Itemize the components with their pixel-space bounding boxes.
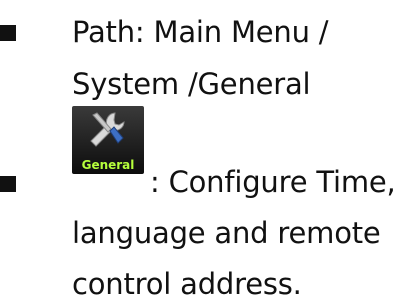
- description-line-1: : Configure Time,: [150, 165, 396, 199]
- bullet-marker-2: [0, 176, 16, 192]
- icon-label: General: [81, 158, 135, 172]
- description-line-3: control address.: [72, 267, 302, 301]
- path-line-1: Path: Main Menu /: [72, 15, 329, 49]
- description-line-2: language and remote: [72, 216, 381, 250]
- general-settings-icon: General: [72, 106, 144, 174]
- bullet-marker-1: [0, 25, 16, 41]
- path-line-2: System /General: [72, 67, 311, 101]
- wrench-screwdriver-icon: [90, 112, 125, 147]
